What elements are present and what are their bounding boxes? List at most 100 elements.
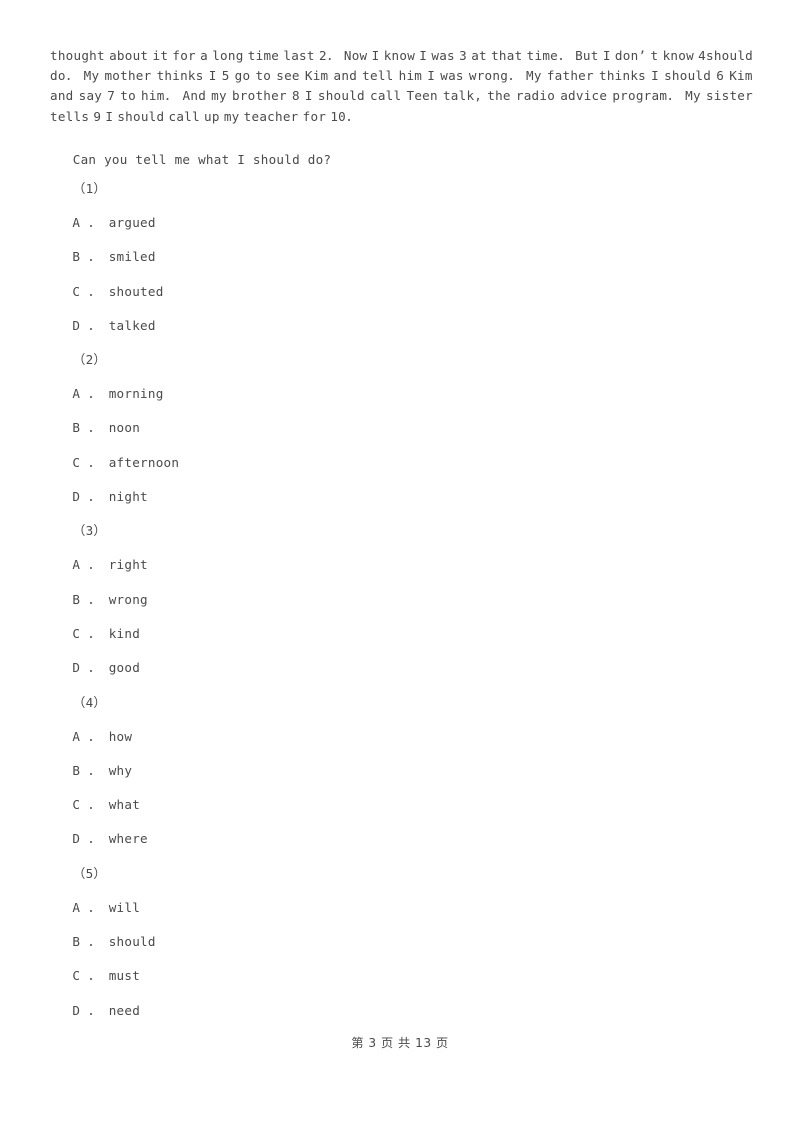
passage-word: last	[283, 48, 315, 63]
passage-word: about	[109, 48, 149, 63]
passage-word: I	[651, 68, 659, 84]
question-group: （4） A ． how B ． why C ． what D ． where	[50, 695, 753, 866]
passage-word: thinks	[598, 68, 646, 84]
passage-word: call	[168, 108, 200, 124]
question-option[interactable]: C ． shouted	[50, 284, 753, 318]
question-option[interactable]: A ． argued	[50, 215, 753, 249]
passage-word: talk,	[442, 88, 483, 104]
passage-word: my	[223, 108, 240, 124]
passage-word: Now	[343, 48, 368, 63]
passage-word: My	[526, 68, 542, 84]
question-number: （2）	[72, 352, 107, 368]
passage-word: a	[200, 48, 208, 63]
passage-word: was	[440, 68, 464, 84]
question-number: （1）	[72, 181, 107, 196]
passage-word: 2．	[318, 48, 340, 63]
question-option[interactable]: D ． need	[50, 1003, 753, 1037]
question-option[interactable]: D ． talked	[50, 318, 753, 352]
question-option[interactable]: C ． must	[50, 968, 753, 1002]
question-number: （3）	[72, 523, 107, 539]
passage-word: should	[664, 68, 712, 84]
passage-word: My	[685, 88, 701, 104]
passage-word: him．	[141, 88, 178, 104]
passage-word: 10．	[330, 108, 359, 124]
passage-word: thought	[50, 48, 105, 63]
passage-word: do．	[50, 68, 79, 84]
question-option[interactable]: B ． smiled	[50, 249, 753, 283]
passage-line: tells 9 Ishould call up my teacher for 10．	[50, 107, 753, 127]
question-option[interactable]: B ． noon	[50, 420, 753, 454]
passage-paragraph: thought about it for a long time last 2． Now Iknow…	[50, 46, 753, 127]
passage-word: don’	[614, 48, 647, 63]
passage-word: know	[662, 48, 694, 63]
passage-word: 4should	[698, 48, 753, 63]
passage-word: say	[78, 88, 103, 104]
passage-word: tell	[362, 68, 394, 84]
passage-word: teacher	[243, 108, 299, 124]
question-group: （1） A ． argued B ． smiled C ． shouted D ． ta…	[50, 181, 753, 352]
question-option[interactable]: C ． what	[50, 797, 753, 831]
passage-word: father	[546, 68, 594, 84]
passage-word: to	[255, 68, 272, 84]
question-option[interactable]: D ． night	[50, 489, 753, 523]
question-option[interactable]: D ． good	[50, 660, 753, 694]
passage-word: that	[491, 48, 523, 63]
question-option[interactable]: B ． should	[50, 934, 753, 968]
question-option[interactable]: C ． kind	[50, 626, 753, 660]
passage-word: 8	[291, 88, 300, 104]
passage-word: program．	[612, 88, 681, 104]
passage-word: the	[487, 88, 511, 104]
question-group: （3） A ． right B ． wrong C ． kind D ． good	[50, 523, 753, 694]
page-footer: 第 3 页 共 13 页	[351, 1036, 449, 1050]
passage-word: was	[431, 48, 455, 63]
passage-word: Kim	[729, 68, 753, 84]
passage-word: it	[152, 48, 169, 63]
question-option[interactable]: A ． will	[50, 900, 753, 934]
passage-word: I	[419, 48, 428, 63]
passage-word: advice	[560, 88, 608, 104]
passage-word: I	[602, 48, 611, 63]
passage-word: Teen	[406, 88, 438, 104]
passage-line: thought about it for a long time last 2． Now Iknow…	[50, 46, 753, 66]
passage-word: wrong．	[468, 68, 521, 84]
passage-word: go	[234, 68, 251, 84]
passage-word: and	[333, 68, 358, 84]
passage-word: t	[650, 48, 659, 63]
passage-word: I	[208, 68, 217, 84]
passage-word: 7	[107, 88, 116, 104]
passage-word: 3	[459, 48, 467, 63]
passage-word: up	[204, 108, 220, 124]
passage-line: and say 7 to him． And my brother 8 Ishould call Tee…	[50, 86, 753, 106]
passage-word: my	[211, 88, 227, 104]
question-option[interactable]: A ． morning	[50, 386, 753, 420]
passage-word: radio	[515, 88, 556, 104]
passage-word: know	[383, 48, 416, 63]
question-option[interactable]: A ． how	[50, 729, 753, 763]
passage-word: time	[247, 48, 280, 63]
passage-word: 6	[716, 68, 725, 84]
question-option[interactable]: A ． right	[50, 557, 753, 591]
passage-word: I	[427, 68, 436, 84]
passage-word: But	[575, 48, 599, 63]
passage-word: I	[371, 48, 380, 63]
passage-word: I	[105, 108, 114, 124]
passage-word: My	[83, 68, 100, 84]
passage-word: mother	[104, 68, 152, 84]
passage-word: thinks	[156, 68, 204, 84]
passage-word: and	[50, 88, 74, 104]
document-page: thought about it for a long time last 2． Now Iknow…	[0, 0, 800, 1132]
passage-word: should	[317, 88, 365, 104]
passage-word: I	[304, 88, 313, 104]
passage-word: him	[398, 68, 423, 84]
question-option[interactable]: D ． where	[50, 831, 753, 865]
question-option[interactable]: B ． wrong	[50, 592, 753, 626]
passage-word: Kim	[304, 68, 329, 84]
question-option[interactable]: C ． afternoon	[50, 455, 753, 489]
passage-word: to	[120, 88, 136, 104]
question-list: （1） A ． argued B ． smiled C ． shouted D ． ta…	[50, 181, 753, 1037]
passage-word: time．	[526, 48, 571, 63]
question-number: （4）	[72, 694, 107, 710]
question-group: （5） A ． will B ． should C ． must D ． need	[50, 866, 753, 1037]
passage-word: sister	[705, 88, 753, 104]
question-option[interactable]: B ． why	[50, 763, 753, 797]
